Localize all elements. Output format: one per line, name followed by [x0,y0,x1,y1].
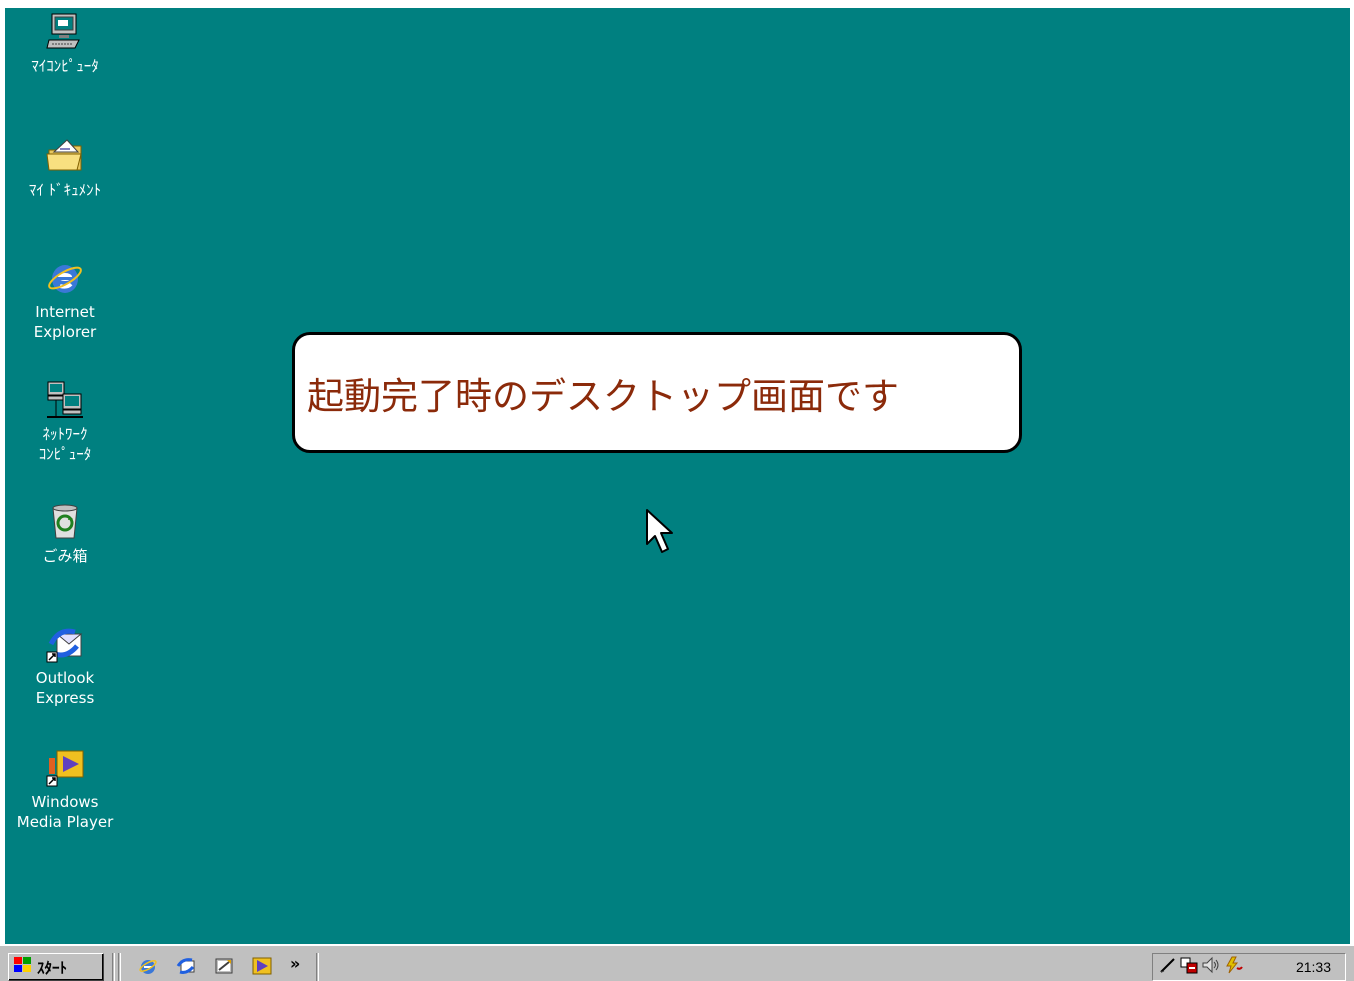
taskbar-separator [316,953,319,981]
mouse-cursor-icon [645,508,675,560]
pen-icon[interactable] [1159,956,1177,978]
quick-launch-grip[interactable] [118,953,121,981]
taskbar-separator [112,953,115,981]
icon-label: Outlook Express [35,669,95,707]
windows-media-player-icon [252,956,272,980]
system-tray: 21:33 [1152,953,1346,981]
ime-icon[interactable] [1179,956,1199,978]
internet-explorer-icon [45,258,85,298]
icon-label: Windows Media Player [16,793,114,831]
icon-label: ごみ箱 [42,547,88,565]
callout-text: 起動完了時のデスクトップ画面です [307,374,899,418]
icon-label: ﾏｲ ﾄﾞｷｭﾒﾝﾄ [28,181,102,199]
desktop-icon-internet-explorer[interactable]: Internet Explorer [5,258,125,342]
desktop-icon-windows-media-player[interactable]: Windows Media Player [5,748,125,832]
folder-icon [45,136,85,176]
outlook-express-icon [45,624,85,664]
desktop[interactable]: ﾏｲｺﾝﾋﾟｭｰﾀ ﾏｲ ﾄﾞｷｭﾒﾝﾄ Internet Explorer ﾈ… [5,8,1350,944]
icon-label: Internet Explorer [33,303,97,341]
clock[interactable]: 21:33 [1296,959,1331,975]
volume-icon[interactable] [1201,956,1221,978]
my-computer-icon [45,12,85,52]
quick-launch-show-desktop[interactable] [212,957,236,979]
windows-logo-icon [13,956,33,978]
windows-media-player-icon [45,748,85,788]
recycle-bin-icon [45,502,85,542]
network-computers-icon [45,380,85,420]
desktop-icon-outlook-express[interactable]: Outlook Express [5,624,125,708]
desktop-icon [214,956,234,980]
desktop-icon-network-computers[interactable]: ﾈｯﾄﾜｰｸ ｺﾝﾋﾟｭｰﾀ [5,380,125,464]
desktop-icon-my-documents[interactable]: ﾏｲ ﾄﾞｷｭﾒﾝﾄ [5,136,125,200]
outlook-express-icon [176,956,196,980]
callout-box: 起動完了時のデスクトップ画面です [292,332,1022,453]
start-label: ｽﾀｰﾄ [37,958,68,977]
quick-launch-internet-explorer[interactable] [136,957,160,979]
quick-launch-more-button[interactable]: » [290,954,300,973]
taskbar: ｽﾀｰﾄ » 21:33 [0,944,1354,981]
desktop-icon-recycle-bin[interactable]: ごみ箱 [5,502,125,566]
quick-launch-outlook-express[interactable] [174,957,198,979]
quick-launch-windows-media-player[interactable] [250,957,274,979]
icon-label: ﾈｯﾄﾜｰｸ ｺﾝﾋﾟｭｰﾀ [38,425,92,463]
start-button[interactable]: ｽﾀｰﾄ [8,953,104,981]
power-icon[interactable] [1223,956,1243,978]
desktop-icon-my-computer[interactable]: ﾏｲｺﾝﾋﾟｭｰﾀ [5,12,125,76]
icon-label: ﾏｲｺﾝﾋﾟｭｰﾀ [31,57,99,75]
internet-explorer-icon [138,956,158,980]
